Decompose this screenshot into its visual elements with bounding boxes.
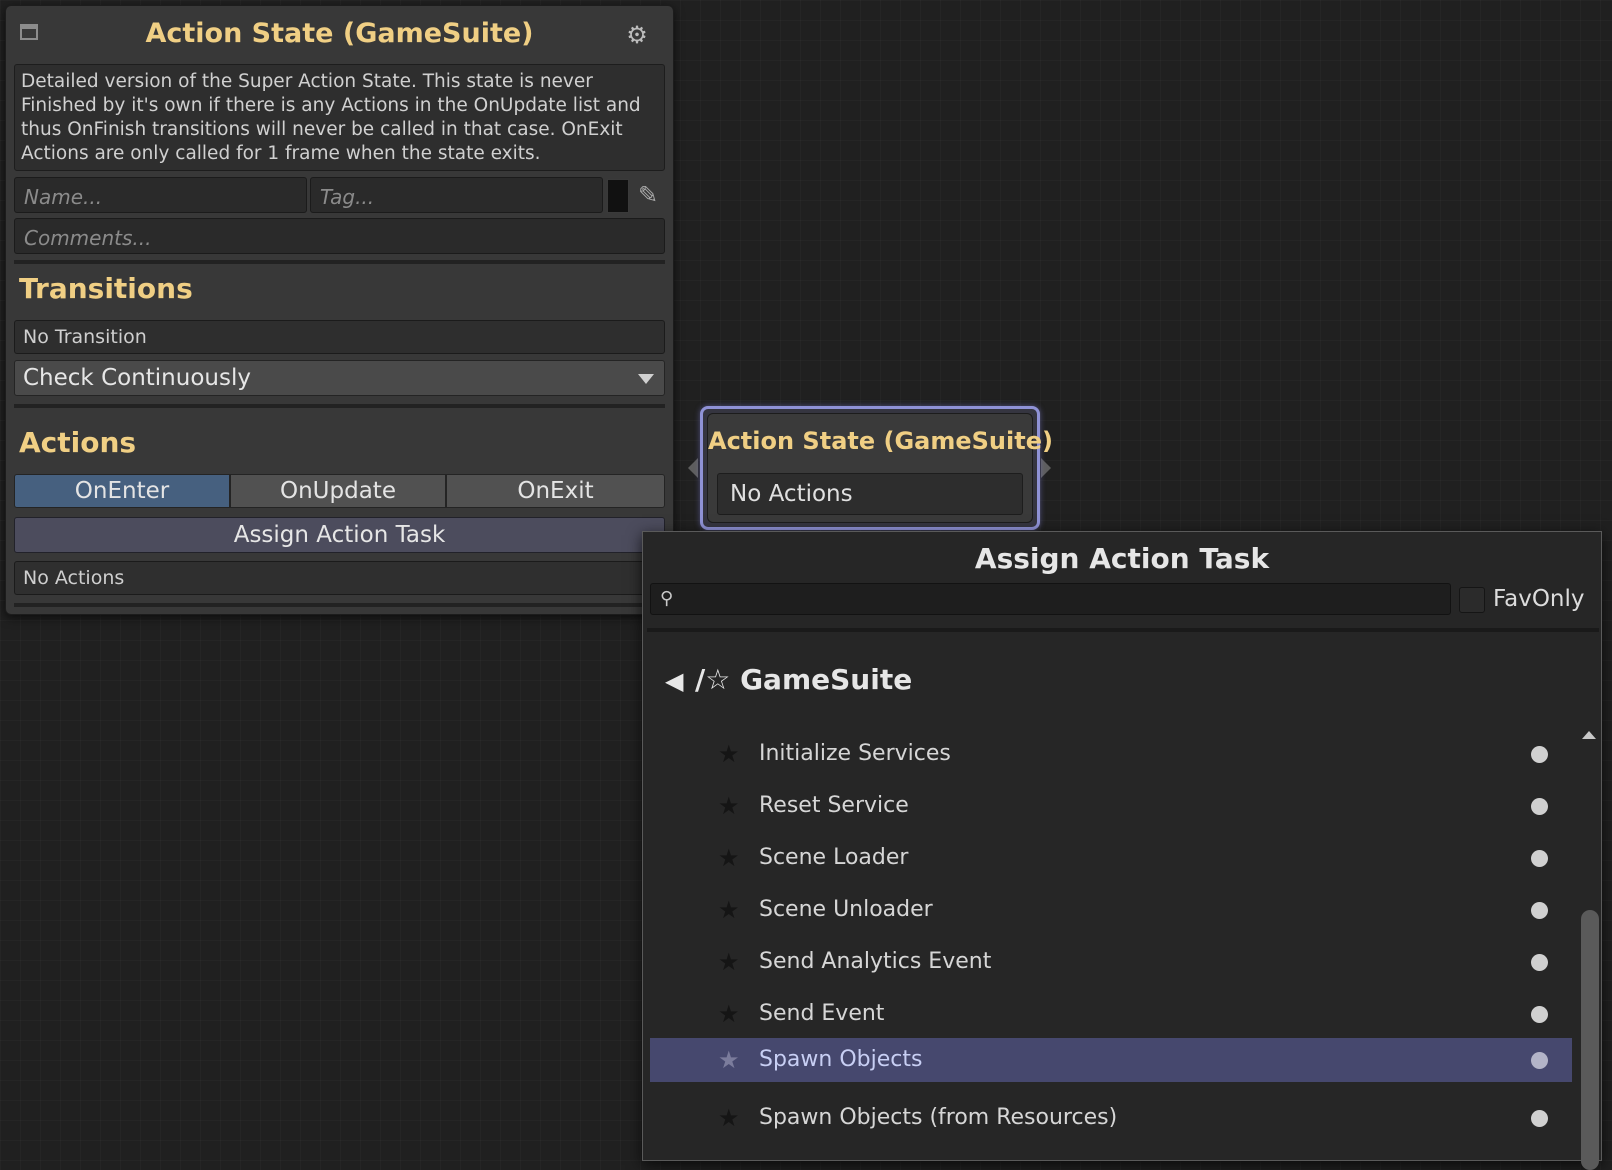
action-task-list: ★ Initialize Services ★ Reset Service ★ … — [650, 732, 1572, 1162]
chevron-down-icon — [638, 374, 654, 384]
favorite-star-icon[interactable]: ★ — [718, 897, 740, 923]
list-item-label: Spawn Objects (from Resources) — [759, 1105, 1118, 1130]
status-dot-icon — [1531, 902, 1548, 919]
no-actions-text: No Actions — [23, 567, 125, 589]
favorite-star-icon[interactable]: ★ — [718, 1001, 740, 1027]
list-item-label: Send Event — [759, 1001, 885, 1026]
popup-title: Assign Action Task — [974, 542, 1270, 575]
list-item[interactable]: ★ Spawn Objects (from Resources) — [650, 1096, 1572, 1140]
search-input[interactable]: ⚲ — [650, 583, 1451, 615]
popup-divider — [647, 628, 1599, 632]
status-dot-icon — [1531, 798, 1548, 815]
list-item[interactable]: ★ Reset Service — [650, 784, 1572, 828]
list-item-label: Scene Unloader — [759, 897, 933, 922]
list-item-label: Send Analytics Event — [759, 949, 992, 974]
status-dot-icon — [1531, 1110, 1548, 1127]
favorite-star-icon[interactable]: ★ — [718, 949, 740, 975]
state-description: Detailed version of the Super Action Sta… — [14, 64, 665, 171]
favorite-star-icon[interactable]: ★ — [718, 1047, 740, 1073]
section-divider — [14, 404, 665, 408]
transition-mode-dropdown[interactable]: Check Continuously — [14, 360, 665, 396]
inspector-header: Action State (GameSuite) ⚙ — [6, 6, 673, 60]
favorite-star-icon[interactable]: ★ — [718, 845, 740, 871]
status-dot-icon — [1531, 1052, 1548, 1069]
back-arrow-icon[interactable]: ◀ — [665, 667, 683, 695]
inspector-title: Action State (GameSuite) — [145, 18, 534, 49]
actions-list: No Actions — [14, 561, 665, 595]
name-field[interactable]: Name... — [14, 177, 307, 213]
tag-placeholder: Tag... — [320, 185, 375, 209]
eyedropper-icon[interactable]: ✎ — [634, 181, 662, 209]
gear-icon[interactable]: ⚙ — [625, 23, 649, 47]
comments-field[interactable]: Comments... — [14, 218, 665, 254]
favorite-star-icon[interactable]: ★ — [718, 793, 740, 819]
favonly-checkbox[interactable] — [1459, 587, 1485, 613]
action-state-node[interactable]: Action State (GameSuite) No Actions — [707, 413, 1053, 523]
transitions-list: No Transition — [14, 320, 665, 354]
list-item[interactable]: ★ Send Analytics Event — [650, 940, 1572, 984]
comments-placeholder: Comments... — [24, 226, 152, 250]
node-actions-text: No Actions — [730, 481, 853, 507]
list-item-label: Scene Loader — [759, 845, 909, 870]
tab-onenter[interactable]: OnEnter — [14, 474, 230, 508]
node-output-port[interactable] — [1041, 458, 1051, 478]
section-divider — [14, 603, 665, 607]
list-item[interactable]: ★ Scene Unloader — [650, 888, 1572, 932]
node-title: Action State (GameSuite) — [708, 427, 1053, 455]
assign-action-task-button[interactable]: Assign Action Task — [14, 517, 665, 553]
color-swatch[interactable] — [607, 179, 629, 213]
status-dot-icon — [1531, 850, 1548, 867]
status-dot-icon — [1531, 746, 1548, 763]
scrollbar-thumb[interactable] — [1581, 910, 1599, 1170]
tab-onexit[interactable]: OnExit — [446, 474, 665, 508]
actions-heading: Actions — [19, 426, 137, 459]
node-body: No Actions — [717, 473, 1023, 515]
list-item[interactable]: ★ Scene Loader — [650, 836, 1572, 880]
transition-mode-value: Check Continuously — [23, 365, 251, 391]
favonly-label: FavOnly — [1493, 586, 1585, 612]
category-path[interactable]: /☆ GameSuite — [695, 663, 912, 696]
search-icon: ⚲ — [660, 588, 674, 609]
name-placeholder: Name... — [24, 185, 103, 209]
tag-field[interactable]: Tag... — [310, 177, 603, 213]
no-transition-text: No Transition — [23, 326, 147, 348]
favorite-star-icon[interactable]: ★ — [718, 741, 740, 767]
list-item-label: Initialize Services — [759, 741, 951, 766]
action-state-inspector: Action State (GameSuite) ⚙ Detailed vers… — [5, 5, 674, 615]
list-item-selected[interactable]: ★ Spawn Objects — [650, 1038, 1572, 1082]
section-divider — [14, 260, 665, 264]
transitions-heading: Transitions — [19, 272, 193, 305]
list-item-label: Spawn Objects — [759, 1047, 923, 1072]
assign-action-task-popup: Assign Action Task ⚲ FavOnly ◀ /☆ GameSu… — [642, 531, 1602, 1170]
scroll-up-arrow-icon[interactable] — [1582, 731, 1596, 739]
tab-onupdate[interactable]: OnUpdate — [230, 474, 446, 508]
status-dot-icon — [1531, 1006, 1548, 1023]
list-item[interactable]: ★ Send Event — [650, 992, 1572, 1036]
favorite-star-icon[interactable]: ★ — [718, 1105, 740, 1131]
list-item[interactable]: ★ Initialize Services — [650, 732, 1572, 776]
list-item-label: Reset Service — [759, 793, 909, 818]
status-dot-icon — [1531, 954, 1548, 971]
node-input-port[interactable] — [688, 458, 698, 478]
